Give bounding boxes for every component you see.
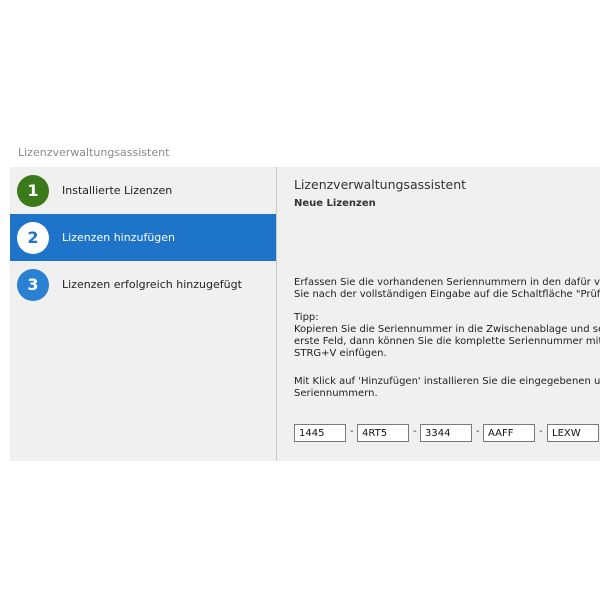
step-installed-licenses[interactable]: 1 Installierte Lizenzen: [10, 167, 276, 214]
install-note-text: Mit Klick auf 'Hinzufügen' installieren …: [294, 376, 600, 400]
content-title: Lizenzverwaltungsassistent: [294, 177, 467, 192]
step-number-badge: 3: [17, 269, 49, 301]
instructions-line: Erfassen Sie die vorhandenen Seriennumme…: [294, 277, 600, 288]
serial-field-5[interactable]: [547, 424, 599, 442]
serial-field-3[interactable]: [420, 424, 472, 442]
step-number-badge: 1: [17, 175, 49, 207]
instructions-line: Sie nach der vollständigen Eingabe auf d…: [294, 289, 600, 300]
tip-line: erste Feld, dann können Sie die komplett…: [294, 336, 600, 347]
serial-number-row: - - - -: [294, 424, 600, 444]
window-title: Lizenzverwaltungsassistent: [18, 146, 170, 159]
tip-line: Kopieren Sie die Seriennummer in die Zwi…: [294, 324, 600, 335]
serial-separator: -: [413, 426, 417, 437]
instructions-text: Erfassen Sie die vorhandenen Seriennumme…: [294, 277, 600, 301]
install-note-line: Mit Klick auf 'Hinzufügen' installieren …: [294, 376, 600, 387]
wizard-content-panel: Lizenzverwaltungsassistent Neue Lizenzen…: [277, 167, 600, 461]
tip-line: STRG+V einfügen.: [294, 348, 387, 359]
serial-separator: -: [539, 426, 543, 437]
serial-field-1[interactable]: [294, 424, 346, 442]
content-subtitle: Neue Lizenzen: [294, 198, 376, 209]
serial-field-2[interactable]: [357, 424, 409, 442]
step-licenses-added[interactable]: 3 Lizenzen erfolgreich hinzugefügt: [10, 261, 276, 308]
page: Lizenzverwaltungsassistent 1 Installiert…: [0, 0, 600, 600]
step-label: Installierte Lizenzen: [62, 184, 173, 197]
step-label: Lizenzen erfolgreich hinzugefügt: [62, 278, 242, 291]
serial-separator: -: [476, 426, 480, 437]
step-label: Lizenzen hinzufügen: [62, 231, 176, 244]
serial-separator: -: [350, 426, 354, 437]
step-number-badge: 2: [17, 222, 49, 254]
license-wizard-dialog: 1 Installierte Lizenzen 2 Lizenzen hinzu…: [10, 167, 600, 461]
serial-field-4[interactable]: [483, 424, 535, 442]
step-add-licenses[interactable]: 2 Lizenzen hinzufügen: [10, 214, 276, 261]
tip-heading: Tipp:: [294, 312, 319, 323]
install-note-line: Seriennummern.: [294, 388, 378, 399]
tip-text: Tipp: Kopieren Sie die Seriennummer in d…: [294, 312, 600, 360]
wizard-steps-sidebar: 1 Installierte Lizenzen 2 Lizenzen hinzu…: [10, 167, 276, 461]
